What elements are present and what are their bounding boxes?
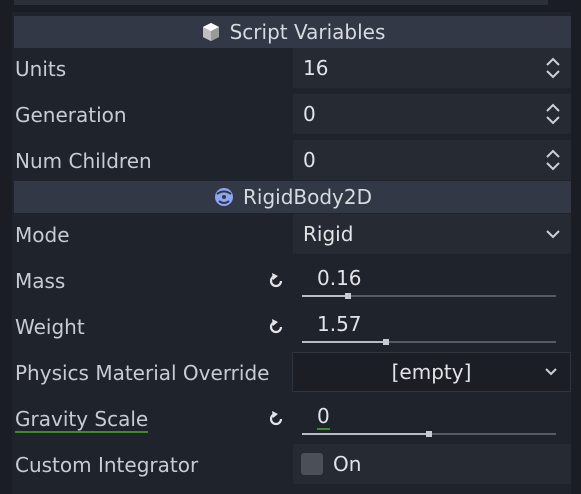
property-label: Custom Integrator	[15, 453, 199, 477]
slider-value: 0	[317, 398, 330, 434]
mass-slider[interactable]: 0.16	[293, 260, 571, 300]
section-header-rigidbody2d[interactable]: RigidBody2D	[14, 181, 571, 213]
spinbox-value: 16	[303, 56, 329, 80]
generation-spinbox[interactable]: 0	[293, 94, 571, 134]
revert-icon[interactable]	[266, 317, 286, 337]
property-gravity-scale: Gravity Scale 0	[14, 396, 571, 442]
spinbox-value: 0	[303, 148, 316, 172]
num-children-spinbox[interactable]: 0	[293, 140, 571, 180]
section-title: Script Variables	[229, 20, 386, 44]
section-header-script-variables[interactable]: Script Variables	[14, 16, 571, 48]
slider-grabber[interactable]	[344, 293, 351, 299]
slider-fill	[302, 295, 348, 297]
revert-icon[interactable]	[266, 409, 286, 429]
slider-track[interactable]	[302, 431, 556, 437]
checkbox[interactable]	[301, 453, 323, 475]
custom-integrator-toggle[interactable]: On	[293, 444, 571, 484]
property-mode: Mode Rigid	[14, 212, 571, 258]
up-down-arrows-icon[interactable]	[545, 103, 561, 125]
left-margin	[0, 12, 12, 494]
property-label: Weight	[15, 315, 85, 339]
cube-icon	[200, 21, 222, 43]
property-label: Generation	[15, 103, 127, 127]
up-down-arrows-icon[interactable]	[545, 57, 561, 79]
slider-value: 1.57	[317, 312, 362, 336]
top-strip	[0, 0, 581, 12]
property-physics-material-override: Physics Material Override [empty]	[14, 350, 571, 396]
units-spinbox[interactable]: 16	[293, 48, 571, 88]
slider-track[interactable]	[302, 293, 556, 299]
property-weight: Weight 1.57	[14, 304, 571, 350]
physics-material-resource-picker[interactable]: [empty]	[292, 352, 571, 392]
modified-property-label: Gravity Scale	[15, 407, 149, 433]
section-title: RigidBody2D	[242, 185, 372, 209]
property-generation: Generation 0	[14, 92, 571, 138]
spinbox-value: 0	[303, 102, 316, 126]
property-units: Units 16	[14, 46, 571, 92]
property-label: Gravity Scale	[15, 396, 149, 442]
property-mass: Mass 0.16	[14, 258, 571, 304]
property-label: Mass	[15, 269, 66, 293]
revert-icon[interactable]	[266, 271, 286, 291]
mode-dropdown[interactable]: Rigid	[293, 214, 571, 254]
property-custom-integrator: Custom Integrator On	[14, 442, 571, 488]
modified-value: 0	[317, 404, 330, 430]
chevron-down-icon[interactable]	[544, 366, 558, 378]
property-num-children: Num Children 0	[14, 138, 571, 184]
slider-fill	[302, 341, 386, 343]
slider-grabber[interactable]	[382, 339, 389, 345]
slider-fill	[302, 433, 429, 435]
rigidbody2d-icon	[213, 186, 235, 208]
slider-grabber[interactable]	[426, 431, 432, 437]
weight-slider[interactable]: 1.57	[293, 306, 571, 346]
property-label: Num Children	[15, 149, 152, 173]
checkbox-label: On	[333, 452, 362, 476]
property-label: Physics Material Override	[15, 361, 270, 385]
scrollbar[interactable]	[571, 12, 581, 494]
resource-value: [empty]	[391, 360, 472, 384]
up-down-arrows-icon[interactable]	[545, 149, 561, 171]
property-label: Mode	[15, 223, 70, 247]
divider	[14, 0, 548, 5]
dropdown-value: Rigid	[303, 222, 354, 246]
property-label: Units	[15, 57, 67, 81]
gravity-scale-slider[interactable]: 0	[293, 398, 571, 438]
chevron-down-icon	[546, 230, 560, 239]
slider-track[interactable]	[302, 339, 556, 345]
slider-value: 0.16	[317, 266, 362, 290]
